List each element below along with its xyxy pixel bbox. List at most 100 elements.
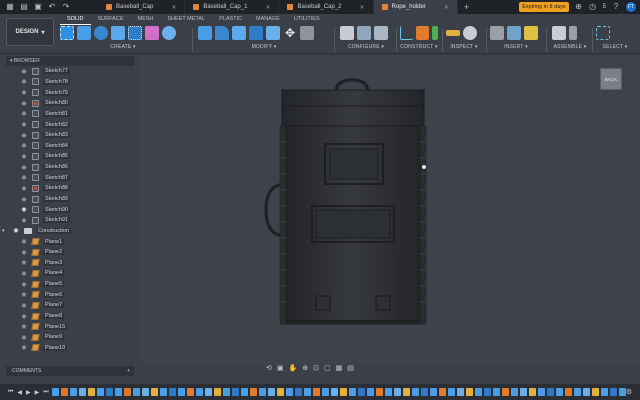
browser-row[interactable]: ◉ Sketch89	[20, 194, 140, 205]
eye-icon[interactable]: ◉	[20, 249, 28, 256]
rewind-icon[interactable]: ⏮	[8, 389, 13, 396]
timeline-step[interactable]	[573, 388, 581, 396]
joint-icon[interactable]	[552, 26, 566, 40]
pan-hand-icon[interactable]: ✋	[289, 364, 298, 372]
undo-icon[interactable]: ↶	[48, 3, 56, 11]
timeline-step[interactable]	[114, 388, 122, 396]
timeline-step[interactable]	[51, 388, 59, 396]
eye-icon[interactable]: ◉	[20, 323, 28, 330]
display-settings-icon[interactable]: ▢	[324, 364, 331, 372]
new-tab-plus-icon[interactable]: +	[458, 2, 475, 12]
eye-icon[interactable]: ◉	[20, 259, 28, 266]
timeline-step[interactable]	[519, 388, 527, 396]
timeline-step[interactable]	[618, 388, 626, 396]
eye-icon[interactable]: ◉	[20, 89, 28, 96]
fillet-icon[interactable]	[215, 26, 229, 40]
timeline-step[interactable]	[600, 388, 608, 396]
timeline-step[interactable]	[384, 388, 392, 396]
view-cube[interactable]: BACK	[600, 68, 622, 90]
timeline-step[interactable]	[240, 388, 248, 396]
eye-icon[interactable]: ◉	[12, 227, 20, 234]
timeline-step[interactable]	[96, 388, 104, 396]
eye-icon[interactable]: ◉	[20, 334, 28, 341]
tab-mesh[interactable]: MESH	[131, 14, 161, 25]
timeline-step[interactable]	[276, 388, 284, 396]
as-built-joint-icon[interactable]	[569, 26, 577, 40]
align-icon[interactable]	[300, 26, 314, 40]
timeline-step[interactable]	[222, 388, 230, 396]
timeline-step[interactable]	[546, 388, 554, 396]
timeline-step[interactable]	[411, 388, 419, 396]
new-sketch-icon[interactable]	[60, 26, 74, 40]
browser-row[interactable]: ◉ Plane1	[20, 236, 140, 247]
tab-surface[interactable]: SURFACE	[91, 14, 131, 25]
timeline-step[interactable]	[591, 388, 599, 396]
shell-icon[interactable]	[249, 26, 263, 40]
table-icon[interactable]	[340, 26, 354, 40]
timeline-step[interactable]	[294, 388, 302, 396]
doc-tab-3[interactable]: Baseball_Cap_2 ✕	[279, 0, 374, 14]
expiring-badge[interactable]: Expiring in 8 days	[519, 2, 569, 12]
axis-icon[interactable]	[400, 26, 414, 40]
help-icon[interactable]: ?	[612, 3, 620, 11]
browser-row[interactable]: ◉ Plane6	[20, 289, 140, 300]
tab-utilities[interactable]: UTILITIES	[287, 14, 327, 25]
timeline-step[interactable]	[465, 388, 473, 396]
timeline-step[interactable]	[501, 388, 509, 396]
revolve-icon[interactable]	[94, 26, 108, 40]
workspace-switcher[interactable]: DESIGN ▾	[6, 18, 54, 46]
eye-icon[interactable]: ◉	[20, 142, 28, 149]
timeline-step[interactable]	[177, 388, 185, 396]
browser-row[interactable]: ◉ Sketch81	[20, 109, 140, 120]
insert-menu[interactable]: INSERT ▾	[490, 44, 542, 50]
step-back-icon[interactable]: ◀	[17, 389, 22, 396]
timeline-step[interactable]	[78, 388, 86, 396]
timeline-step[interactable]	[249, 388, 257, 396]
timeline-step[interactable]	[528, 388, 536, 396]
extrude-icon[interactable]	[77, 26, 91, 40]
eye-icon[interactable]: ◉	[20, 153, 28, 160]
eye-icon[interactable]: ◉	[20, 238, 28, 245]
timeline-step[interactable]	[60, 388, 68, 396]
eye-icon[interactable]: ◉	[20, 164, 28, 171]
timeline-step[interactable]	[312, 388, 320, 396]
timeline-step[interactable]	[555, 388, 563, 396]
insert-mesh-icon[interactable]	[524, 26, 538, 40]
measure-icon[interactable]	[446, 30, 460, 36]
timeline-step[interactable]	[87, 388, 95, 396]
eye-icon[interactable]: ◉	[20, 174, 28, 181]
fit-icon[interactable]: ⊡	[313, 364, 319, 372]
browser-row[interactable]: ◉ Plane4	[20, 268, 140, 279]
tab-solid[interactable]: SOLID	[60, 14, 91, 25]
inspect-menu[interactable]: INSPECT ▾	[446, 44, 482, 50]
browser-row[interactable]: ◉ Plane7	[20, 300, 140, 311]
create-menu[interactable]: CREATE ▾	[60, 44, 186, 50]
viewports-icon[interactable]: ▤	[347, 364, 354, 372]
timeline-step[interactable]	[447, 388, 455, 396]
eye-icon[interactable]: ◉	[20, 132, 28, 139]
eye-icon[interactable]: ◉	[20, 100, 28, 107]
timeline-step[interactable]	[339, 388, 347, 396]
close-icon[interactable]: ✕	[171, 4, 176, 11]
timeline-step[interactable]	[69, 388, 77, 396]
eye-icon[interactable]: ◉	[20, 110, 28, 117]
timeline-step[interactable]	[429, 388, 437, 396]
timeline-step[interactable]	[474, 388, 482, 396]
grid-icon[interactable]: ▦	[6, 3, 14, 11]
configure-menu[interactable]: CONFIGURE ▾	[340, 44, 392, 50]
gear-icon[interactable]: ⚙	[626, 388, 640, 396]
eye-icon[interactable]: ◉	[20, 68, 28, 75]
browser-row[interactable]: ◉ Sketch86	[20, 162, 140, 173]
timeline-step[interactable]	[123, 388, 131, 396]
browser-row[interactable]: ◉ Sketch87	[20, 172, 140, 183]
browser-row[interactable]: ◉ Sketch85	[20, 151, 140, 162]
file-icon[interactable]: ▤	[20, 3, 28, 11]
timeline-step[interactable]	[366, 388, 374, 396]
eye-icon[interactable]: ◉	[20, 121, 28, 128]
midplane-icon[interactable]	[432, 26, 439, 40]
eye-icon[interactable]: ◉	[20, 196, 28, 203]
close-icon[interactable]: ✕	[265, 4, 270, 11]
notification-count[interactable]: 5	[603, 4, 606, 10]
timeline-step[interactable]	[330, 388, 338, 396]
step-forward-icon[interactable]: ▶	[35, 389, 40, 396]
